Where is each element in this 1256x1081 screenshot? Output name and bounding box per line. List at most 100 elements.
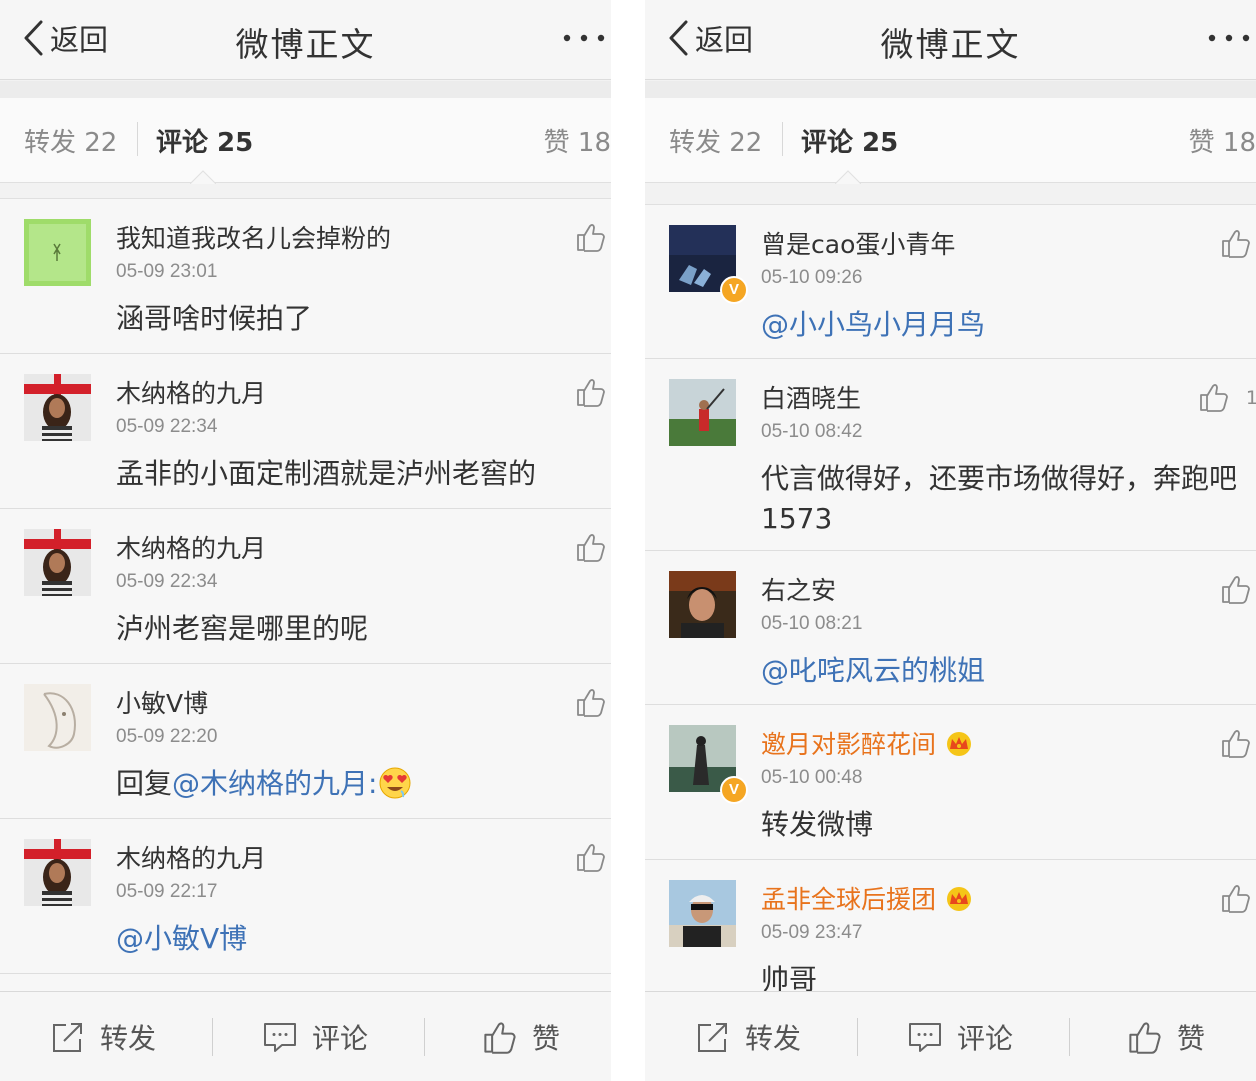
comment-item[interactable]: 白酒晓生 05-10 08:42 代言做得好，还要市场做得好，奔跑吧1573 1 — [645, 359, 1256, 551]
tab-likes[interactable]: 赞 18 — [544, 122, 611, 159]
avatar[interactable] — [24, 219, 91, 286]
nav-gap — [645, 81, 1256, 98]
comment-button[interactable]: 评论 — [907, 992, 1013, 1081]
avatar[interactable] — [669, 379, 736, 446]
comment-item[interactable]: 木纳格的九月 05-09 22:17 @小敏V博 — [0, 819, 611, 974]
like-button[interactable]: 赞 — [482, 992, 560, 1081]
comment-time: 05-09 22:34 — [116, 416, 218, 437]
mention-link[interactable]: @小敏V博 — [116, 919, 593, 959]
thumbs-up-icon[interactable] — [575, 686, 607, 718]
user-name[interactable]: 小敏V博 — [116, 684, 208, 720]
comment-item[interactable]: 小敏V博 05-09 22:20 回复@木纳格的九月: — [0, 664, 611, 819]
thumbs-up-icon — [484, 1022, 516, 1054]
page-title: 微博正文 — [235, 25, 376, 64]
avatar[interactable] — [24, 684, 91, 751]
avatar[interactable] — [24, 839, 91, 906]
tab-likes[interactable]: 赞 18 — [1189, 122, 1256, 159]
thumbs-up-icon[interactable] — [575, 531, 607, 563]
comment-time: 05-09 23:47 — [761, 922, 863, 943]
more-dots-icon[interactable] — [1206, 26, 1252, 50]
share-icon — [698, 1023, 727, 1052]
repost-label: 转发 — [745, 1022, 802, 1055]
bottom-toolbar: 转发 评论 赞 — [645, 991, 1256, 1081]
comment-time: 05-10 00:48 — [761, 767, 863, 788]
nav-bar: 返回 微博正文 — [645, 0, 1256, 80]
avatar[interactable] — [24, 374, 91, 441]
thumbs-up-icon[interactable] — [1198, 381, 1230, 413]
verified-badge: V — [720, 776, 748, 804]
nav-bar: 返回 微博正文 — [0, 0, 611, 80]
page-title: 微博正文 — [880, 25, 1021, 64]
thumbs-up-icon[interactable] — [575, 221, 607, 253]
user-name[interactable]: 白酒晓生 — [761, 379, 861, 415]
comment-time: 05-09 23:01 — [116, 261, 218, 282]
heart-eyes-emoji — [379, 767, 411, 799]
active-tab-pointer — [835, 170, 861, 184]
comment-item[interactable]: 右之安 05-10 08:21 @叱咤风云的桃姐 — [645, 551, 1256, 705]
comment-text: 孟非的小面定制酒就是泸州老窖的 — [116, 457, 537, 490]
mention-link[interactable]: @叱咤风云的桃姐 — [761, 651, 1238, 691]
right-screen: 返回 微博正文 转发 22 评论 25 赞 18 V 曾是cao蛋小青年 05-… — [645, 0, 1256, 1081]
crown-icon — [944, 729, 974, 757]
tab-repost[interactable]: 转发 22 — [24, 122, 117, 159]
toolbar-divider — [857, 1018, 858, 1056]
user-name[interactable]: 木纳格的九月 — [116, 374, 266, 410]
comment-time: 05-09 22:17 — [116, 881, 218, 902]
user-name[interactable]: 木纳格的九月 — [116, 529, 266, 565]
comment-label: 评论 — [957, 1022, 1014, 1055]
comment-text: 回复@木纳格的九月: — [116, 764, 593, 804]
active-tab-pointer — [190, 170, 216, 184]
user-name[interactable]: 右之安 — [761, 571, 836, 607]
thumbs-up-icon[interactable] — [1220, 727, 1252, 759]
comment-text: 涵哥啥时候拍了 — [116, 302, 313, 335]
user-name[interactable]: 孟非全球后援团 — [761, 880, 974, 916]
tab-comments[interactable]: 评论 25 — [156, 122, 253, 159]
comment-item[interactable]: V 邀月对影醉花间 05-10 00:48 转发微博 — [645, 705, 1256, 860]
like-label: 赞 — [1177, 1022, 1206, 1055]
mention-link[interactable]: @木纳格的九月 — [172, 767, 368, 800]
thumbs-up-icon[interactable] — [575, 376, 607, 408]
tab-repost[interactable]: 转发 22 — [669, 122, 762, 159]
user-name-text: 孟非全球后援团 — [761, 885, 937, 914]
avatar[interactable]: V — [669, 225, 748, 304]
repost-button[interactable]: 转发 — [695, 992, 801, 1081]
nav-gap — [0, 81, 611, 98]
comment-text: 泸州老窖是哪里的呢 — [116, 612, 369, 645]
reply-prefix: 回复 — [116, 767, 173, 800]
avatar[interactable] — [24, 529, 91, 596]
avatar[interactable] — [669, 880, 736, 947]
like-label: 赞 — [532, 1022, 561, 1055]
user-name[interactable]: 邀月对影醉花间 — [761, 725, 974, 761]
tab-comments[interactable]: 评论 25 — [801, 122, 898, 159]
comment-item[interactable]: 孟非全球后援团 05-09 23:47 帅哥 — [645, 860, 1256, 1000]
user-name[interactable]: 曾是cao蛋小青年 — [761, 225, 955, 261]
thumbs-up-icon[interactable] — [1220, 882, 1252, 914]
comment-time: 05-09 22:20 — [116, 726, 218, 747]
thumbs-up-icon[interactable] — [1220, 227, 1252, 259]
comment-item[interactable]: 木纳格的九月 05-09 22:34 泸州老窖是哪里的呢 — [0, 509, 611, 664]
comment-item[interactable]: 木纳格的九月 05-09 22:34 孟非的小面定制酒就是泸州老窖的 — [0, 354, 611, 509]
repost-button[interactable]: 转发 — [50, 992, 156, 1081]
thumbs-up-icon[interactable] — [1220, 573, 1252, 605]
user-name-text: 邀月对影醉花间 — [761, 730, 937, 759]
toolbar-divider — [1069, 1018, 1070, 1056]
avatar[interactable]: V — [669, 725, 748, 804]
user-name[interactable]: 我知道我改名儿会掉粉的 — [116, 219, 391, 255]
more-dots-icon[interactable] — [561, 26, 607, 50]
mention-link[interactable]: @小小鸟小月月鸟 — [761, 305, 1238, 345]
avatar[interactable] — [669, 571, 736, 638]
like-button[interactable]: 赞 — [1127, 992, 1205, 1081]
left-screen: 返回 微博正文 转发 22 评论 25 赞 18 我知道我改名儿会掉粉的 05-… — [0, 0, 611, 1081]
toolbar-divider — [212, 1018, 213, 1056]
comment-item[interactable]: V 曾是cao蛋小青年 05-10 09:26 @小小鸟小月月鸟 — [645, 205, 1256, 359]
crown-icon — [944, 884, 974, 912]
tab-divider — [137, 122, 138, 156]
comment-text: 代言做得好，还要市场做得好，奔跑吧1573 — [761, 462, 1238, 535]
comment-list: V 曾是cao蛋小青年 05-10 09:26 @小小鸟小月月鸟 白酒晓生 05… — [645, 204, 1256, 1000]
user-name[interactable]: 木纳格的九月 — [116, 839, 266, 875]
reply-suffix: : — [368, 767, 378, 800]
tab-divider — [782, 122, 783, 156]
thumbs-up-icon[interactable] — [575, 841, 607, 873]
comment-button[interactable]: 评论 — [262, 992, 368, 1081]
comment-item[interactable]: 我知道我改名儿会掉粉的 05-09 23:01 涵哥啥时候拍了 — [0, 199, 611, 354]
